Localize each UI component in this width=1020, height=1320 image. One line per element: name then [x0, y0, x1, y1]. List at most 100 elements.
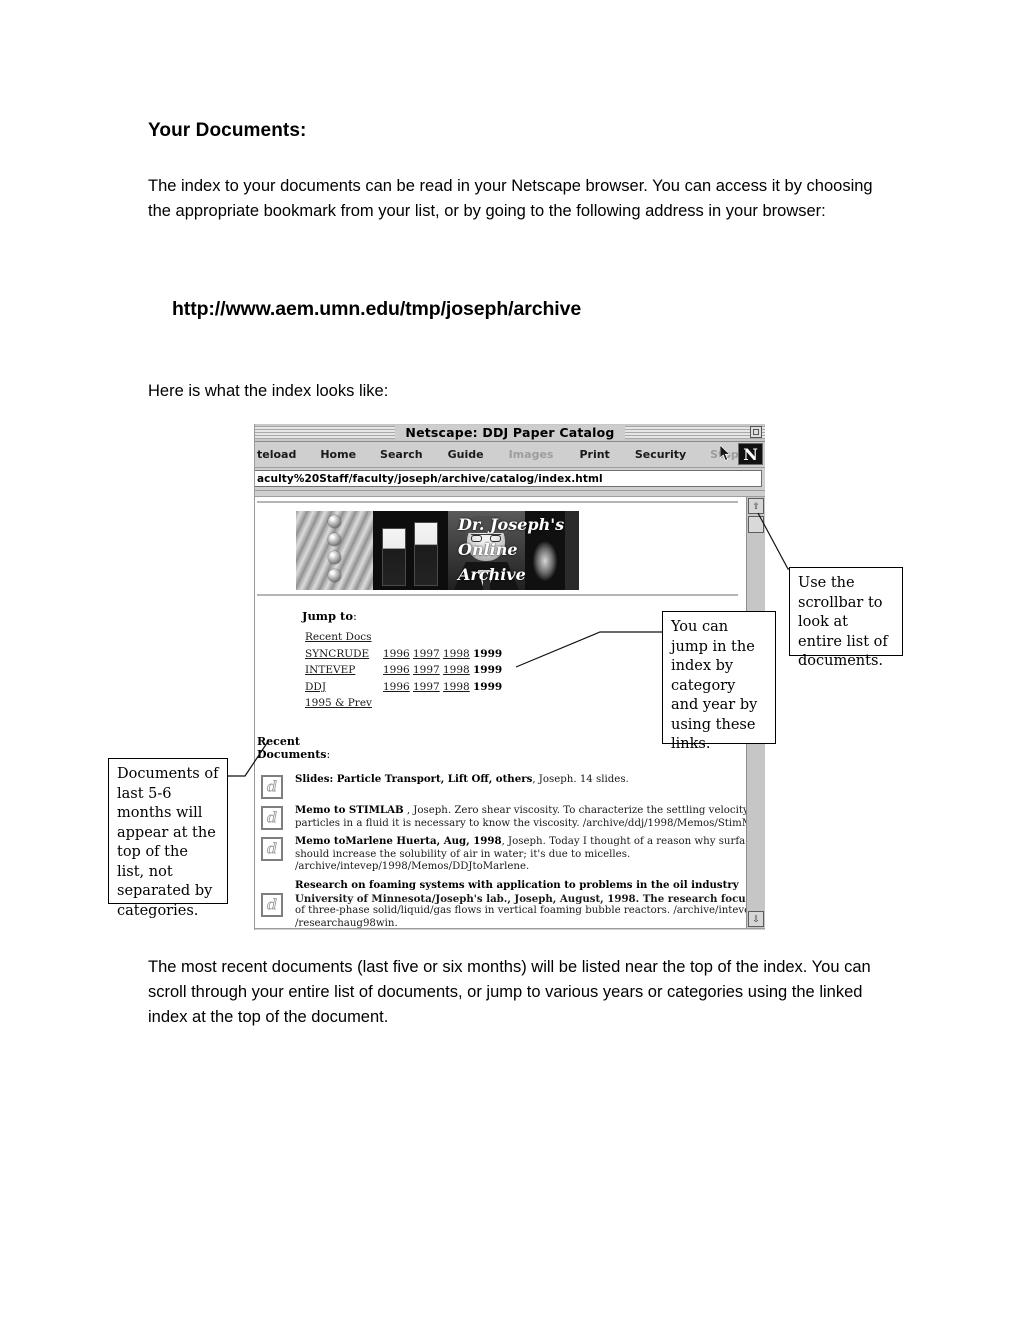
- recent-heading-colon: :: [326, 748, 331, 761]
- pdf-icon[interactable]: ⅆ: [261, 892, 283, 917]
- jump-row-ddj: DDJ 1996 1997 1998 1999: [305, 679, 503, 696]
- toolbar-separator: [255, 490, 765, 497]
- banner-line-1: Dr. Joseph's: [458, 515, 565, 534]
- pdf-glyph: ⅆ: [266, 839, 278, 858]
- jump-to-label: Jump to: [302, 609, 353, 623]
- document-line: Memo toMarlene Huerta, Aug, 1998, Joseph…: [295, 835, 746, 849]
- page-title: Your Documents:: [148, 120, 307, 141]
- link-intevep-1996[interactable]: 1996: [383, 662, 413, 679]
- document-line: should increase the solubility of air in…: [295, 848, 631, 860]
- pdf-icon[interactable]: ⅆ: [261, 837, 283, 862]
- pdf-icon[interactable]: ⅆ: [261, 806, 283, 830]
- document-line: Slides: Particle Transport, Lift Off, ot…: [295, 773, 746, 787]
- document-detail: , Joseph. Today I thought of a reason wh…: [501, 836, 746, 848]
- bead-3: [328, 551, 341, 564]
- document-title: Memo to STIMLAB: [295, 804, 404, 816]
- document-list-item[interactable]: ⅆ Research on foaming systems with appli…: [257, 879, 746, 928]
- bead-2: [328, 533, 341, 546]
- closing-paragraph: The most recent documents (last five or …: [148, 958, 871, 1026]
- toolbar-button-images: Images: [508, 448, 554, 461]
- toolbar-button-guide[interactable]: Guide: [446, 448, 486, 461]
- jump-row-prev: 1995 & Prev: [305, 695, 503, 712]
- bead-4: [328, 569, 341, 582]
- link-intevep-1999: 1999: [473, 664, 503, 676]
- banner-rule-bottom: [257, 594, 738, 596]
- toolbar-button-print[interactable]: Print: [577, 448, 611, 461]
- recent-documents-list: ⅆ Slides: Particle Transport, Lift Off, …: [257, 773, 746, 928]
- scroll-up-arrow-icon[interactable]: ⇧: [748, 498, 764, 514]
- url-input-value: aculty%20Staff/faculty/joseph/archive/ca…: [257, 472, 603, 485]
- test-tubes-graphic: [373, 511, 448, 590]
- tube-1: [382, 528, 406, 586]
- document-detail: , Joseph. 14 slides.: [532, 774, 629, 785]
- document-line: of three-phase solid/liquid/gas flows in…: [295, 905, 746, 917]
- browser-title: Netscape: DDJ Paper Catalog: [395, 425, 625, 440]
- document-line: Memo to STIMLAB , Joseph. Zero shear vis…: [295, 804, 746, 818]
- bead-1: [328, 515, 341, 528]
- callout-jump-links: You can jump in the index by category an…: [662, 611, 776, 752]
- scroll-down-arrow-icon[interactable]: ⇩: [748, 911, 764, 927]
- document-list-item[interactable]: ⅆ Memo to STIMLAB , Joseph. Zero shear v…: [257, 804, 746, 830]
- pdf-glyph: ⅆ: [266, 895, 278, 914]
- jump-row-syncrude: SYNCRUDE 1996 1997 1998 1999: [305, 646, 503, 663]
- toolbar-button-home[interactable]: Home: [318, 448, 358, 461]
- banner-line-2: Online: [458, 540, 518, 559]
- link-syncrude-1997[interactable]: 1997: [413, 646, 443, 663]
- link-1995-and-prev[interactable]: 1995 & Prev: [305, 695, 372, 712]
- link-category-intevep[interactable]: INTEVEP: [305, 662, 383, 679]
- link-ddj-1998[interactable]: 1998: [443, 679, 473, 696]
- toolbar-button-security[interactable]: Security: [633, 448, 688, 461]
- link-syncrude-1998[interactable]: 1998: [443, 646, 473, 663]
- document-title: Slides: Particle Transport, Lift Off, ot…: [295, 773, 533, 785]
- leader-line-recent: [225, 739, 270, 777]
- document-line: University of Minnesota/Joseph's lab., J…: [295, 892, 746, 905]
- link-ddj-1999: 1999: [473, 680, 503, 693]
- window-zoom-icon[interactable]: [750, 426, 762, 438]
- jump-to-links: Recent Docs SYNCRUDE 1996 1997 1998 1999…: [305, 629, 503, 712]
- document-line: /researchaug98win.: [295, 917, 398, 928]
- tube-2: [414, 522, 438, 586]
- pdf-glyph: ⅆ: [266, 808, 278, 827]
- banner-rule-top: [257, 501, 738, 503]
- intro-paragraph: The index to your documents can be read …: [148, 177, 873, 220]
- pdf-glyph: ⅆ: [266, 777, 278, 796]
- document-detail: , Joseph. Zero shear viscosity. To chara…: [403, 805, 746, 816]
- document-description: Memo toMarlene Huerta, Aug, 1998, Joseph…: [295, 835, 746, 874]
- link-ddj-1996[interactable]: 1996: [383, 679, 413, 696]
- toolbar-button-reload[interactable]: teload: [255, 448, 298, 461]
- link-category-ddj[interactable]: DDJ: [305, 679, 383, 696]
- location-bar-row: aculty%20Staff/faculty/joseph/archive/ca…: [255, 468, 765, 490]
- link-intevep-1998[interactable]: 1998: [443, 662, 473, 679]
- jump-to-heading: Jump to:: [302, 609, 357, 623]
- toolbar-button-search[interactable]: Search: [378, 448, 425, 461]
- jump-row-intevep: INTEVEP 1996 1997 1998 1999: [305, 662, 503, 679]
- link-intevep-1997[interactable]: 1997: [413, 662, 443, 679]
- browser-statusbar: [255, 928, 765, 930]
- jump-to-colon: :: [353, 609, 357, 623]
- callout-recent-documents: Documents of last 5-6 months will appear…: [108, 758, 228, 919]
- callout-scrollbar: Use the scrollbar to look at entire list…: [789, 567, 903, 669]
- banner-title-text: Dr. Joseph's Online Archive: [458, 512, 576, 587]
- document-list-item[interactable]: ⅆ Slides: Particle Transport, Lift Off, …: [257, 773, 746, 799]
- banner-line-3: Archive: [458, 565, 526, 584]
- document-title: Memo toMarlene Huerta, Aug, 1998: [295, 835, 502, 848]
- document-list-item[interactable]: ⅆ Memo toMarlene Huerta, Aug, 1998, Jose…: [257, 835, 746, 874]
- link-ddj-1997[interactable]: 1997: [413, 679, 443, 696]
- url-input[interactable]: aculty%20Staff/faculty/joseph/archive/ca…: [255, 470, 762, 487]
- document-description: Slides: Particle Transport, Lift Off, ot…: [295, 773, 746, 787]
- document-title: Research on foaming systems with applica…: [295, 878, 739, 891]
- browser-titlebar: Netscape: DDJ Paper Catalog: [255, 424, 765, 442]
- netscape-logo-icon[interactable]: N: [738, 443, 763, 465]
- screenshot-caption: Here is what the index looks like:: [148, 382, 389, 400]
- document-description: Research on foaming systems with applica…: [295, 879, 746, 928]
- archive-url: http://www.aem.umn.edu/tmp/joseph/archiv…: [172, 298, 582, 320]
- document-description: Memo to STIMLAB , Joseph. Zero shear vis…: [295, 804, 746, 830]
- link-recent-docs[interactable]: Recent Docs: [305, 629, 372, 646]
- leader-line-jump: [515, 631, 664, 668]
- archive-banner-image: Dr. Joseph's Online Archive: [296, 511, 579, 590]
- jump-row-recent: Recent Docs: [305, 629, 503, 646]
- mouse-cursor-icon: [720, 445, 731, 461]
- link-syncrude-1996[interactable]: 1996: [383, 646, 413, 663]
- browser-toolbar: teload Home Search Guide Images Print Se…: [255, 442, 765, 468]
- link-category-syncrude[interactable]: SYNCRUDE: [305, 646, 383, 663]
